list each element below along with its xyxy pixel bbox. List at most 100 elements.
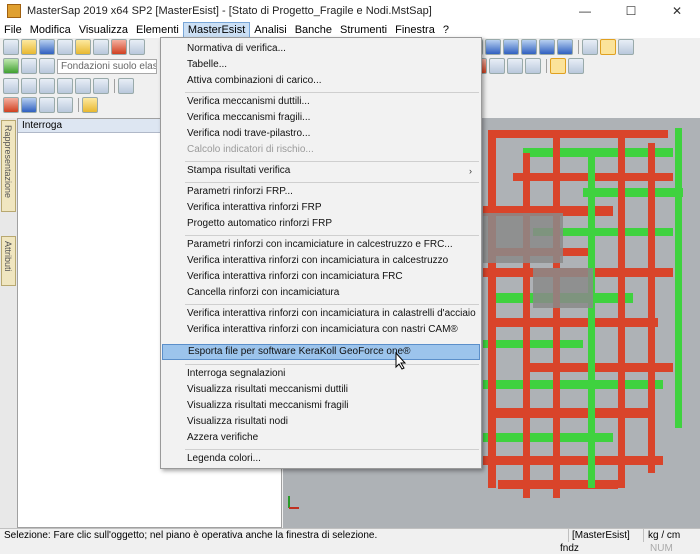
menu-elementi[interactable]: Elementi bbox=[132, 22, 183, 38]
eraser-icon[interactable] bbox=[111, 39, 127, 55]
toolbar-results bbox=[0, 96, 160, 114]
menu-banche[interactable]: Banche bbox=[291, 22, 336, 38]
grid-1-icon[interactable] bbox=[489, 58, 505, 74]
menu-item-parametri-frp[interactable]: Parametri rinforzi FRP... bbox=[162, 184, 480, 200]
view-cube-5-icon[interactable] bbox=[521, 39, 537, 55]
menu-item-segnalazioni[interactable]: Interroga segnalazioni bbox=[162, 366, 480, 382]
tab-attributi[interactable]: Attributi bbox=[1, 236, 16, 286]
zoom-window-icon[interactable] bbox=[39, 78, 55, 94]
status-num-lock: NUM bbox=[650, 543, 673, 554]
window-controls: — ☐ ✕ bbox=[562, 0, 700, 22]
layer-icon[interactable] bbox=[21, 58, 37, 74]
pan-icon[interactable] bbox=[75, 78, 91, 94]
menu-item-esporta-geoforce[interactable]: Esporta file per software KeraKoll GeoFo… bbox=[162, 344, 480, 360]
menu-item-azzera[interactable]: Azzera verifiche bbox=[162, 430, 480, 446]
view-cube-6-icon[interactable] bbox=[539, 39, 555, 55]
render-solid-icon[interactable] bbox=[600, 39, 616, 55]
print-icon[interactable] bbox=[57, 39, 73, 55]
menu-separator bbox=[185, 304, 479, 305]
new-file-icon[interactable] bbox=[3, 39, 19, 55]
status-message: Selezione: Fare clic sull'oggetto; nel p… bbox=[4, 530, 378, 541]
minimize-button[interactable]: — bbox=[562, 0, 608, 22]
menu-item-tabelle[interactable]: Tabelle... bbox=[162, 57, 480, 73]
menu-item-risultati-nodi[interactable]: Visualizza risultati nodi bbox=[162, 414, 480, 430]
submenu-arrow-icon: › bbox=[469, 166, 472, 176]
menu-item-risultati-duttili[interactable]: Visualizza risultati meccanismi duttili bbox=[162, 382, 480, 398]
menu-bar: File Modifica Visualizza Elementi Master… bbox=[0, 22, 700, 38]
menu-separator bbox=[185, 182, 479, 183]
menu-item-combinazioni[interactable]: Attiva combinazioni di carico... bbox=[162, 73, 480, 89]
pencil-icon[interactable] bbox=[93, 39, 109, 55]
status-function: fndz bbox=[560, 543, 579, 554]
menu-item-rischio: Calcolo indicatori di rischio... bbox=[187, 144, 314, 155]
view-cube-4-icon[interactable] bbox=[503, 39, 519, 55]
table-icon[interactable] bbox=[39, 97, 55, 113]
app-icon bbox=[7, 4, 21, 18]
menu-item-fragili[interactable]: Verifica meccanismi fragili... bbox=[162, 110, 480, 126]
filter-icon[interactable] bbox=[39, 58, 55, 74]
menu-item-calastrelli[interactable]: Verifica interattiva rinforzi con incami… bbox=[162, 306, 480, 322]
menu-masteresist[interactable]: MasterEsist bbox=[182, 22, 251, 38]
status-bar: Selezione: Fare clic sull'oggetto; nel p… bbox=[0, 528, 700, 554]
masteresist-menu: Normativa di verifica... Tabelle... Atti… bbox=[160, 37, 482, 469]
query-icon[interactable] bbox=[118, 78, 134, 94]
menu-item-normativa[interactable]: Normativa di verifica... bbox=[162, 41, 480, 57]
menu-item-duttili[interactable]: Verifica meccanismi duttili... bbox=[162, 94, 480, 110]
window-title: MasterSap 2019 x64 SP2 [MasterEsist] - [… bbox=[27, 5, 432, 17]
menu-item-stampa[interactable]: Stampa risultati verifica › bbox=[162, 163, 480, 179]
zoom-out-icon[interactable] bbox=[21, 78, 37, 94]
toolbar-zoom bbox=[0, 77, 160, 95]
warning-icon[interactable] bbox=[82, 97, 98, 113]
close-button[interactable]: ✕ bbox=[654, 0, 700, 22]
side-tab-strip: Rappresentazione Attributi bbox=[0, 118, 17, 528]
grid-2-icon[interactable] bbox=[507, 58, 523, 74]
status-units: kg / cm bbox=[648, 530, 681, 541]
select-box-icon[interactable] bbox=[568, 58, 584, 74]
zoom-previous-icon[interactable] bbox=[93, 78, 109, 94]
menu-separator bbox=[185, 364, 479, 365]
tab-rappresentazione[interactable]: Rappresentazione bbox=[1, 120, 16, 212]
menu-item-incamiciatura-frc[interactable]: Verifica interattiva rinforzi con incami… bbox=[162, 269, 480, 285]
menu-file[interactable]: File bbox=[0, 22, 26, 38]
menu-analisi[interactable]: Analisi bbox=[250, 22, 290, 38]
render-mode-icon[interactable] bbox=[582, 39, 598, 55]
menu-item-stampa-label: Stampa risultati verifica bbox=[187, 165, 291, 176]
zoom-extents-icon[interactable] bbox=[57, 78, 73, 94]
menu-item-progetto-frp[interactable]: Progetto automatico rinforzi FRP bbox=[162, 216, 480, 232]
menu-item-nodi[interactable]: Verifica nodi trave-pilastro... bbox=[162, 126, 480, 142]
render-wire-icon[interactable] bbox=[618, 39, 634, 55]
zoom-in-icon[interactable] bbox=[3, 78, 19, 94]
menu-item-parametri-incamiciature[interactable]: Parametri rinforzi con incamiciature in … bbox=[162, 237, 480, 253]
menu-help[interactable]: ? bbox=[439, 22, 453, 38]
select-pointer-icon[interactable] bbox=[550, 58, 566, 74]
globe-icon[interactable] bbox=[525, 58, 541, 74]
status-divider bbox=[643, 529, 644, 542]
tool-icon[interactable] bbox=[75, 39, 91, 55]
chart-icon[interactable] bbox=[3, 97, 19, 113]
toolbar-separator bbox=[578, 40, 579, 54]
menu-item-nastri-cam[interactable]: Verifica interattiva rinforzi con incami… bbox=[162, 322, 480, 338]
tab-rappresentazione-label: Rappresentazione bbox=[3, 125, 13, 199]
open-folder-icon[interactable] bbox=[21, 39, 37, 55]
refresh-icon[interactable] bbox=[3, 58, 19, 74]
tab-attributi-label: Attributi bbox=[3, 241, 13, 272]
level-combo[interactable]: Fondazioni suolo elasti bbox=[57, 58, 157, 74]
view-cube-7-icon[interactable] bbox=[557, 39, 573, 55]
diagram-icon[interactable] bbox=[21, 97, 37, 113]
view-cube-3-icon[interactable] bbox=[485, 39, 501, 55]
properties-icon[interactable] bbox=[129, 39, 145, 55]
menu-item-legenda[interactable]: Legenda colori... bbox=[162, 451, 480, 467]
menu-strumenti[interactable]: Strumenti bbox=[336, 22, 391, 38]
status-divider bbox=[568, 529, 569, 542]
save-icon[interactable] bbox=[39, 39, 55, 55]
menu-item-verifica-frp[interactable]: Verifica interattiva rinforzi FRP bbox=[162, 200, 480, 216]
calc-icon[interactable] bbox=[57, 97, 73, 113]
menu-visualizza[interactable]: Visualizza bbox=[75, 22, 132, 38]
menu-item-incamiciatura-calcestruzzo[interactable]: Verifica interattiva rinforzi con incami… bbox=[162, 253, 480, 269]
menu-item-cancella-rinforzi[interactable]: Cancella rinforzi con incamiciatura bbox=[162, 285, 480, 301]
maximize-button[interactable]: ☐ bbox=[608, 0, 654, 22]
menu-separator bbox=[185, 449, 479, 450]
menu-item-risultati-fragili[interactable]: Visualizza risultati meccanismi fragili bbox=[162, 398, 480, 414]
menu-finestra[interactable]: Finestra bbox=[391, 22, 439, 38]
menu-modifica[interactable]: Modifica bbox=[26, 22, 75, 38]
